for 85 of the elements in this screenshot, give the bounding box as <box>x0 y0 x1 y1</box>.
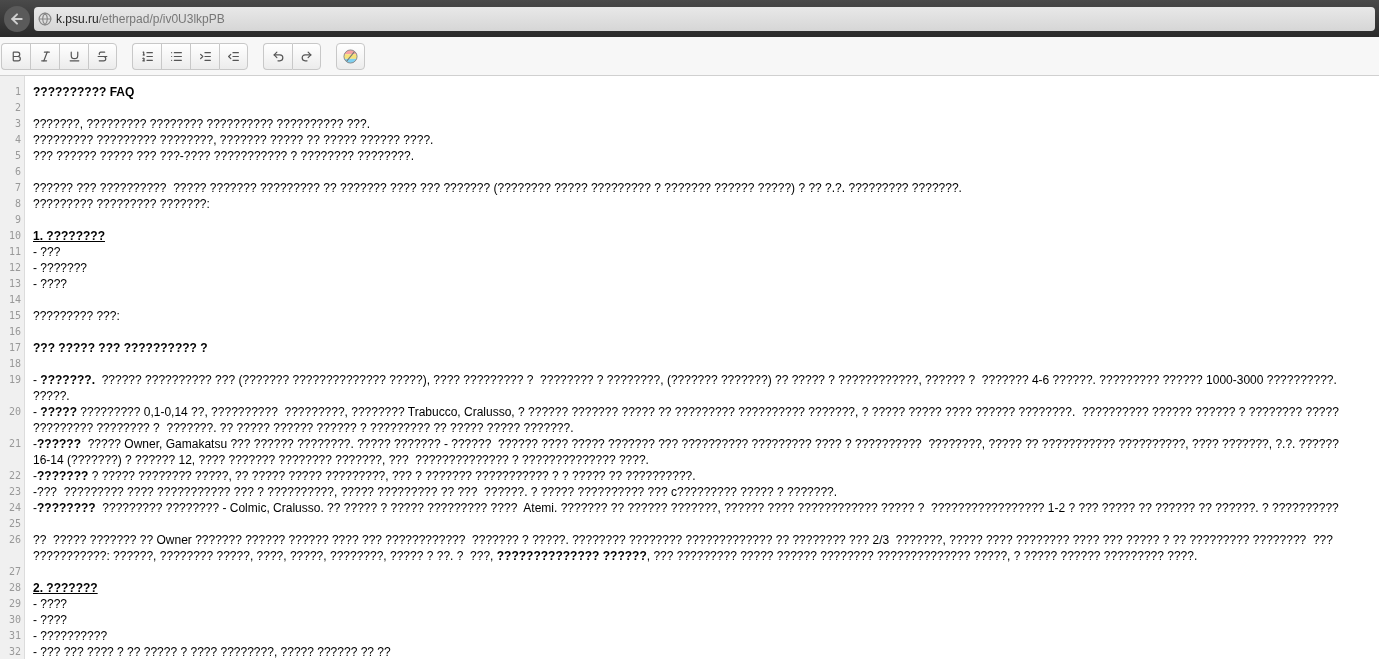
strikethrough-icon <box>96 49 109 63</box>
italic-button[interactable] <box>30 42 59 70</box>
line-number: 11 <box>7 245 22 259</box>
text-line: - ??? <box>33 244 61 260</box>
line-number: 9 <box>13 213 22 227</box>
text-line: -?????? ????? Owner, Gamakatsu ??? ?????? ????????. ????? ??????? - ?????? ?????? ???? ????? ??????? ??? ?????????? ????????? ???? ? ?????????? ????????, ????? ?? ??????????? ??????????, ???? ???????, ?.?. ?????? <box>33 436 1339 452</box>
text-line: ????????? ???: <box>33 308 120 324</box>
line-number: 26 <box>7 533 22 547</box>
text-line: - ???? <box>33 612 68 628</box>
line-number: 25 <box>7 517 22 531</box>
text-line: - ?????????? <box>33 628 108 644</box>
text-line: - ??????? <box>33 260 88 276</box>
globe-icon <box>38 11 52 26</box>
text-line: - ??? ??? ???? ? ?? ????? ? ???? ????????, ????? ?????? ?? ?? <box>33 644 391 659</box>
line-number: 18 <box>7 357 22 371</box>
line-number: 10 <box>7 229 22 243</box>
text-line: ???????????: ??????, ???????? ?????, ????, ?????, ????????, ????? ? ??. ? ???, ?????????????? ??????, ??? ????????? ????? ?????? ???????? ?????????????? ?????, ? ????? ?????? ????????? ????. <box>33 548 1198 564</box>
bullet-list-button[interactable] <box>161 42 190 70</box>
line-number: 3 <box>13 117 22 131</box>
text-line: - ????? ????????? 0,1-0,14 ??, ?????????? ?????????, ???????? Trabucco, Cralusso, ? ?????? ??????? ????? ?? ????????? ?????????? ???????, ? ????? ????? ???? ?????? ????????. ?????????? ?????? ?????? ? ???????? ????? <box>33 404 1339 420</box>
numbered-list-button[interactable] <box>132 42 161 70</box>
line-number: 30 <box>7 613 22 627</box>
text-line: - ???? <box>33 596 68 612</box>
bold-text: ?????????? FAQ <box>33 84 135 100</box>
italic-icon <box>38 49 52 63</box>
line-number: 8 <box>13 197 22 211</box>
line-number: 12 <box>7 261 22 275</box>
line-number: 15 <box>7 309 22 323</box>
text-line: 16-14 (???????) ? ?????? 12, ???? ??????? ???????? ???????, ??? ?????????????? ? ?????????????? ????. <box>33 452 649 468</box>
bold-text: ??? ????? ??? ?????????? ? <box>33 340 208 356</box>
line-number: 19 <box>7 373 22 387</box>
redo-button[interactable] <box>292 42 321 70</box>
line-number: 27 <box>7 565 22 579</box>
line-number: 21 <box>7 437 22 451</box>
line-number: 16 <box>7 325 22 339</box>
undo-icon <box>271 49 285 63</box>
text-line: ???????, ????????? ???????? ?????????? ?????????? ???. <box>33 116 370 132</box>
line-number: 23 <box>7 485 22 499</box>
text-line: ?????? ??? ?????????? ????? ??????? ????????? ?? ??????? ???? ??? ??????? (???????? ????? ????????? ? ??????? ?????? ?????) ? ?? ?.?. ????????? ???????. <box>33 180 962 196</box>
outdent-button[interactable] <box>219 42 248 70</box>
text-line: -??? ????????? ???? ??????????? ??? ? ??????????, ????? ????????? ?? ??? ??????. ? ????? ?????????? ??? c????????? ????? ? ???????. <box>33 484 838 500</box>
text-line: ?????. <box>33 388 70 404</box>
redo-icon <box>300 49 313 63</box>
underline-icon <box>67 49 81 63</box>
bold-button[interactable] <box>1 42 30 70</box>
strikethrough-button[interactable] <box>88 42 117 70</box>
text-line: ????????? ???????? ? ???????. ?? ????? ?????? ?????? ? ????????? ?? ????? ????? ???????. <box>33 420 574 436</box>
text-line: ????????? ????????? ????????, ??????? ????? ?? ????? ?????? ????. <box>33 132 434 148</box>
back-button[interactable] <box>4 5 30 32</box>
line-number: 1 <box>13 85 22 99</box>
text-line: ????????? ????????? ???????: <box>33 196 210 212</box>
line-number: 17 <box>7 341 22 355</box>
line-number: 2 <box>13 101 22 115</box>
text-line: ?? ????? ??????? ?? Owner ??????? ?????? ?????? ???? ??? ???????????? ??????? ? ?????. ???????? ???????? ????????????? ?? ???????? ??? 2/3 ???????, ????? ???? ???????? ???? ??? ????? ? ?? ????????? ???????? ??? <box>33 532 1333 548</box>
line-number: 4 <box>13 133 22 147</box>
line-number: 6 <box>13 165 22 179</box>
underline-button[interactable] <box>59 42 88 70</box>
line-number: 13 <box>7 277 22 291</box>
text-line: ??? ?????? ????? ??? ???-???? ??????????? ? ???????? ????????. <box>33 148 415 164</box>
line-number: 7 <box>13 181 22 195</box>
text-line: - ???????. ?????? ?????????? ??? (??????? ?????????????? ?????), ???? ????????? ? ???????? ? ????????, (??????? ???????) ?? ????? ? ????????????, ?????? ? ??????? 4-6 ??????. ????????? ?????? 1000-3000 ??????????. <box>33 372 1337 388</box>
heading-text: 1. ???????? <box>33 228 105 244</box>
line-number: 31 <box>7 629 22 643</box>
line-number: 28 <box>7 581 22 595</box>
outdent-icon <box>227 49 240 63</box>
text-line: -???????? ????????? ???????? - Colmic, Cralusso. ?? ????? ? ????? ????????? ???? Atemi. ??????? ?? ?????? ???????, ?????? ???? ???????????? ????? ? ????????????????? 1-2 ? ??? ????? ?? ?????? ?? ??????. ? ?????????? <box>33 500 1339 516</box>
color-palette-icon <box>343 48 358 64</box>
line-number: 29 <box>7 597 22 611</box>
numbered-list-icon <box>140 49 154 63</box>
indent-icon <box>198 49 212 63</box>
text-line: -??????? ? ????? ???????? ?????, ?? ????? ????? ?????????, ??? ? ??????? ??????????? ? ? ????? ?? ??????????. <box>33 468 696 484</box>
line-number: 14 <box>7 293 22 307</box>
line-number: 32 <box>7 645 22 659</box>
line-number: 20 <box>7 405 22 419</box>
line-number: 22 <box>7 469 22 483</box>
line-number: 5 <box>13 149 22 163</box>
indent-button[interactable] <box>190 42 219 70</box>
color-button[interactable] <box>336 42 365 70</box>
line-number: 24 <box>7 501 22 515</box>
url-text: k.psu.ru/etherpad/p/iv0U3lkpPB <box>56 10 225 28</box>
undo-button[interactable] <box>263 42 292 70</box>
address-field[interactable]: k.psu.ru/etherpad/p/iv0U3lkpPB <box>34 6 1375 31</box>
bullet-list-icon <box>169 49 183 63</box>
heading-text: 2. ??????? <box>33 580 98 596</box>
text-line: - ???? <box>33 276 68 292</box>
